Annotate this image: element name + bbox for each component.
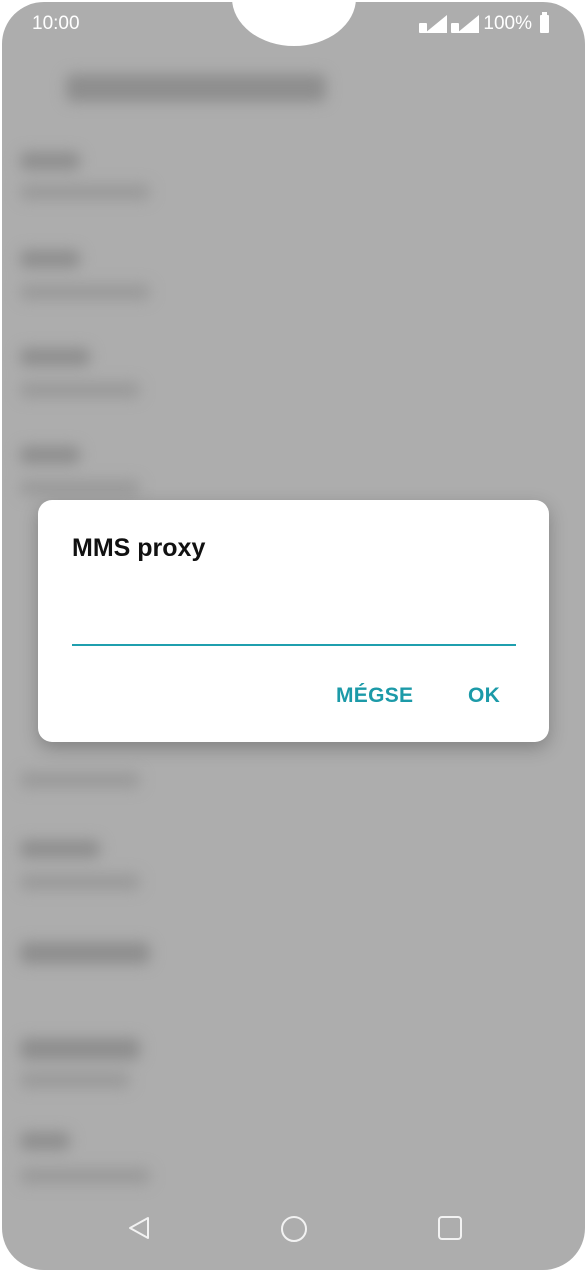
blurred-item [20,772,140,788]
ok-button[interactable]: OK [464,678,504,714]
battery-icon [540,12,549,33]
signal-icon [419,15,448,33]
blurred-item [20,874,140,890]
blurred-item [20,840,100,858]
blurred-item [20,1132,70,1150]
blurred-item [20,284,150,300]
blurred-header [66,74,326,102]
battery-percent: 100% [483,13,532,34]
cancel-button[interactable]: MÉGSE [332,678,417,714]
blurred-item [20,250,80,268]
status-time: 10:00 [32,13,80,34]
recents-icon[interactable] [438,1216,462,1240]
blurred-item [20,942,150,964]
mms-proxy-input[interactable] [72,602,516,646]
navigation-bar [2,1208,585,1248]
home-icon[interactable] [281,1216,307,1242]
blurred-item [20,382,140,398]
blurred-item [20,184,150,200]
screen: 10:00 100% MMS proxy MÉGSE OK [2,2,585,1270]
blurred-item [20,1072,130,1088]
blurred-item [20,152,80,170]
mms-proxy-dialog: MMS proxy MÉGSE OK [38,500,549,742]
phone-frame: 10:00 100% MMS proxy MÉGSE OK [0,0,587,1272]
signal-icon [451,15,480,33]
blurred-item [20,1168,150,1184]
back-icon[interactable] [128,1216,150,1240]
blurred-item [20,1038,140,1060]
blurred-item [20,348,90,366]
dialog-title: MMS proxy [72,534,206,562]
blurred-item [20,446,80,464]
status-icons: 100% [419,12,549,35]
blurred-item [20,480,140,496]
